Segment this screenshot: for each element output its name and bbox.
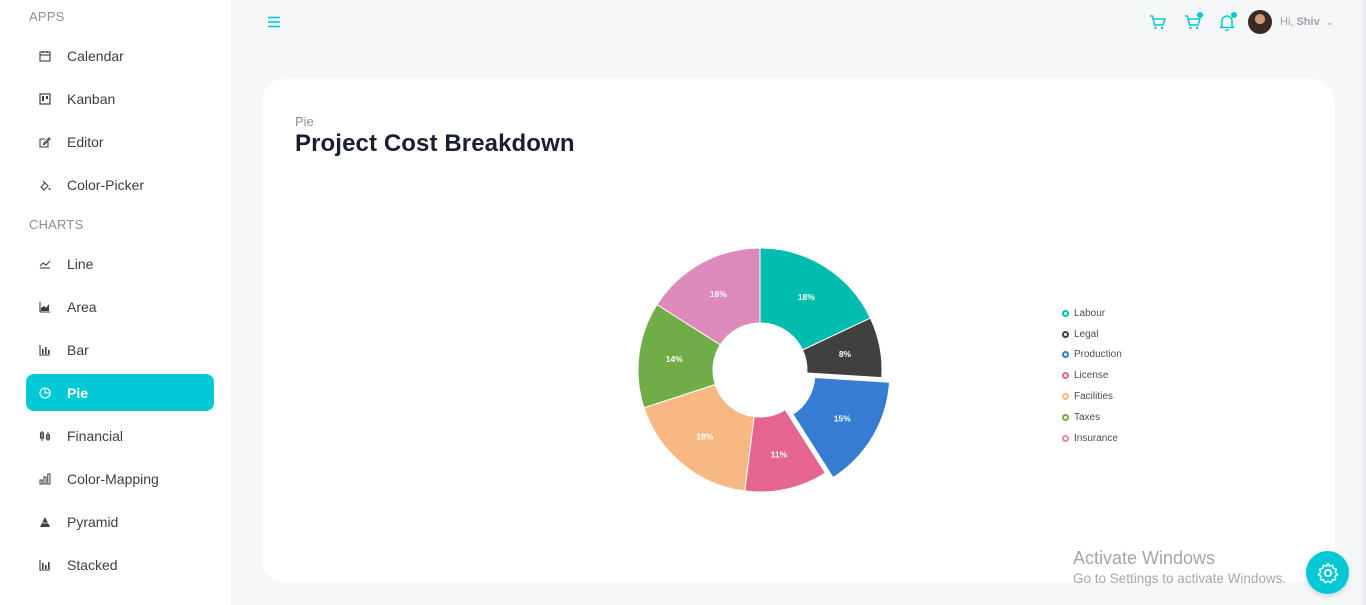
cart-icon[interactable] bbox=[1148, 12, 1168, 32]
bar-chart-icon bbox=[38, 343, 52, 357]
greeting-text: Hi, bbox=[1280, 16, 1294, 28]
notification-badge bbox=[1231, 12, 1237, 18]
gear-icon bbox=[1316, 561, 1340, 585]
apps-section-title: APPS bbox=[29, 9, 65, 24]
legend-item-insurance[interactable]: Insurance bbox=[1062, 428, 1122, 449]
sidebar-item-pie[interactable]: Pie bbox=[26, 374, 214, 411]
watermark-subtitle: Go to Settings to activate Windows. bbox=[1073, 571, 1287, 586]
sidebar-item-area[interactable]: Area bbox=[26, 288, 214, 325]
sidebar-item-color-mapping[interactable]: Color-Mapping bbox=[26, 460, 214, 497]
legend-item-license[interactable]: License bbox=[1062, 365, 1122, 386]
user-profile[interactable]: Hi, Shiv ⌄ bbox=[1248, 9, 1333, 35]
financial-chart-icon bbox=[38, 429, 52, 443]
sidebar-item-label: Editor bbox=[67, 133, 104, 150]
legend-label: Facilities bbox=[1074, 391, 1113, 403]
editor-icon bbox=[38, 135, 52, 149]
user-name: Shiv bbox=[1296, 16, 1320, 28]
data-label-taxes: 14% bbox=[666, 354, 683, 364]
chat-badge bbox=[1197, 12, 1203, 18]
chart-card: Pie Project Cost Breakdown 18% 8% 15% 11% 18… bbox=[262, 79, 1334, 582]
legend-marker bbox=[1062, 393, 1069, 401]
sidebar-item-label: Financial bbox=[67, 427, 124, 444]
pyramid-icon bbox=[38, 515, 52, 529]
avatar bbox=[1248, 10, 1272, 34]
legend-item-taxes[interactable]: Taxes bbox=[1062, 407, 1122, 428]
legend-item-legal[interactable]: Legal bbox=[1062, 324, 1122, 345]
data-label-facilities: 18% bbox=[696, 432, 713, 442]
legend-marker bbox=[1062, 330, 1069, 338]
sidebar-item-pyramid[interactable]: Pyramid bbox=[26, 503, 214, 540]
calendar-icon bbox=[38, 49, 52, 63]
scrollbar[interactable] bbox=[1362, 0, 1366, 605]
sidebar-item-kanban[interactable]: Kanban bbox=[26, 80, 214, 117]
sidebar-item-calendar[interactable]: Calendar bbox=[26, 37, 214, 74]
legend-label: License bbox=[1074, 370, 1109, 382]
activation-watermark: Activate Windows Go to Settings to activ… bbox=[1073, 548, 1286, 590]
data-label-license: 11% bbox=[771, 449, 788, 459]
legend-label: Legal bbox=[1074, 328, 1099, 340]
sidebar-item-label: Pyramid bbox=[67, 513, 119, 530]
legend-item-facilities[interactable]: Facilities bbox=[1062, 386, 1122, 407]
sidebar-item-label: Line bbox=[67, 255, 94, 272]
data-label-labour: 18% bbox=[798, 292, 815, 302]
stacked-chart-icon bbox=[38, 558, 52, 572]
legend-marker bbox=[1062, 309, 1069, 317]
menu-icon[interactable] bbox=[266, 14, 282, 30]
chevron-down-icon: ⌄ bbox=[1325, 16, 1334, 27]
settings-button[interactable] bbox=[1306, 551, 1349, 594]
area-chart-icon bbox=[38, 300, 52, 314]
charts-section-title: CHARTS bbox=[29, 217, 84, 232]
legend-label: Taxes bbox=[1074, 411, 1101, 423]
sidebar-item-label: Kanban bbox=[67, 90, 116, 107]
line-chart-icon bbox=[38, 257, 52, 271]
data-label-legal: 8% bbox=[839, 349, 852, 359]
sidebar-item-label: Bar bbox=[67, 341, 89, 358]
sidebar-item-label: Color-Mapping bbox=[67, 470, 159, 487]
top-navbar: Hi, Shiv ⌄ bbox=[230, 0, 1366, 46]
sidebar-item-label: Pie bbox=[67, 384, 89, 401]
notification-icon[interactable] bbox=[1217, 12, 1237, 32]
legend-marker bbox=[1062, 434, 1069, 442]
sidebar-item-label: Color-Picker bbox=[67, 176, 145, 193]
color-picker-icon bbox=[38, 178, 52, 192]
chat-icon[interactable] bbox=[1183, 12, 1203, 32]
sidebar-item-bar[interactable]: Bar bbox=[26, 331, 214, 368]
sidebar-item-financial[interactable]: Financial bbox=[26, 417, 214, 454]
sidebar-item-editor[interactable]: Editor bbox=[26, 123, 214, 160]
legend-item-production[interactable]: Production bbox=[1062, 345, 1122, 366]
sidebar-item-stacked[interactable]: Stacked bbox=[26, 546, 214, 583]
chart-legend: Labour Legal Production License Facilities Ta… bbox=[1062, 303, 1122, 449]
sidebar-item-label: Area bbox=[67, 298, 97, 315]
sidebar-item-line[interactable]: Line bbox=[26, 245, 214, 282]
kanban-icon bbox=[38, 92, 52, 106]
sidebar: APPS Calendar Kanban Editor Color-Picker… bbox=[0, 0, 230, 605]
legend-marker bbox=[1062, 351, 1069, 359]
sidebar-item-color-picker[interactable]: Color-Picker bbox=[26, 166, 214, 203]
legend-label: Insurance bbox=[1074, 432, 1118, 444]
legend-item-labour[interactable]: Labour bbox=[1062, 303, 1122, 324]
sidebar-item-label: Stacked bbox=[67, 556, 118, 573]
pie-chart-icon bbox=[38, 386, 52, 400]
color-mapping-icon bbox=[38, 472, 52, 486]
legend-marker bbox=[1062, 372, 1069, 380]
watermark-title: Activate Windows bbox=[1073, 548, 1216, 568]
legend-marker bbox=[1062, 413, 1069, 421]
legend-label: Production bbox=[1074, 349, 1122, 361]
pie-chart: 18% 8% 15% 11% 18% 14% 16% bbox=[637, 247, 891, 493]
data-label-production: 15% bbox=[834, 414, 851, 424]
legend-label: Labour bbox=[1074, 307, 1106, 319]
data-label-insurance: 16% bbox=[710, 289, 727, 299]
sidebar-item-label: Calendar bbox=[67, 47, 124, 64]
